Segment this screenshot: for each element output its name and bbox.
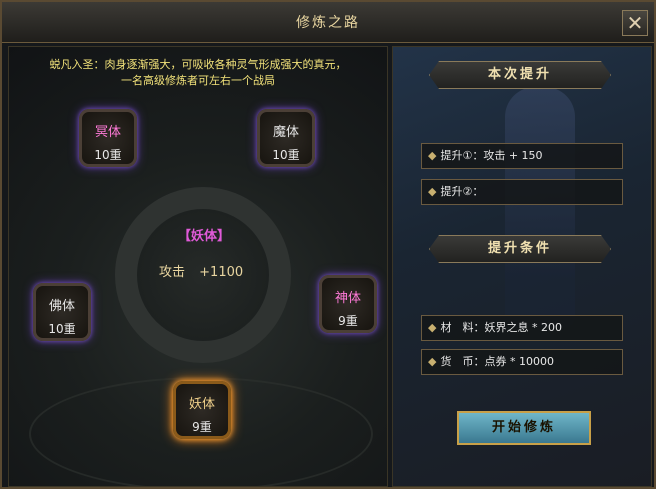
upgrade-header: 本次提升: [429, 61, 611, 89]
info-panel: 本次提升 ◆ 提升①：攻击 + 150 ◆ 提升②： 提升条件 ◆ 材 料：妖界之息 …: [392, 46, 652, 487]
close-button[interactable]: ✕: [622, 10, 648, 36]
intro-text: 蜕凡入圣：肉身逐渐强大，可吸收各种灵气形成强大的真元， 一名高级修炼者可左右一个…: [17, 57, 379, 89]
upgrade-line-2-text: 提升②：: [440, 185, 484, 198]
window-title: 修炼之路: [296, 15, 360, 31]
body-node-level: 10重: [94, 148, 122, 162]
body-panel: 蜕凡入圣：肉身逐渐强大，可吸收各种灵气形成强大的真元， 一名高级修炼者可左右一个…: [8, 46, 388, 487]
title-bar: 修炼之路 ✕: [2, 2, 654, 43]
center-body-name: 【妖体】: [177, 229, 230, 244]
material-text: 材 料：妖界之息 * 200: [440, 321, 562, 334]
upgrade-line-1-text: 提升①：攻击 + 150: [440, 149, 543, 162]
center-stat-label: 攻击: [159, 265, 186, 280]
intro-line-2: 一名高级修炼者可左右一个战局: [121, 74, 275, 87]
material-row: ◆ 材 料：妖界之息 * 200: [421, 315, 623, 341]
body-node-ming[interactable]: 冥体 10重: [79, 109, 137, 167]
center-stat: 攻击 +1100: [159, 261, 269, 280]
center-stat-value: +1100: [199, 265, 244, 280]
start-cultivation-button[interactable]: 开始修炼: [457, 411, 591, 445]
condition-header: 提升条件: [429, 235, 611, 263]
body-node-shen[interactable]: 神体 9重: [319, 275, 377, 333]
body-node-name: 冥体: [94, 125, 121, 140]
body-node-mo[interactable]: 魔体 10重: [257, 109, 315, 167]
currency-text: 货 币：点券 * 10000: [440, 355, 554, 368]
body-node-name: 魔体: [272, 125, 299, 140]
upgrade-line-1: ◆ 提升①：攻击 + 150: [421, 143, 623, 169]
diamond-icon: ◆: [428, 185, 437, 198]
diamond-icon: ◆: [428, 321, 437, 334]
currency-row: ◆ 货 币：点券 * 10000: [421, 349, 623, 375]
body-node-level: 10重: [272, 148, 300, 162]
body-node-level: 9重: [338, 314, 358, 328]
cultivation-window: 修炼之路 ✕ 蜕凡入圣：肉身逐渐强大，可吸收各种灵气形成强大的真元， 一名高级修…: [0, 0, 656, 489]
body-node-yao[interactable]: 妖体 9重: [173, 381, 231, 439]
body-node-fo[interactable]: 佛体 10重: [33, 283, 91, 341]
body-node-level: 10重: [48, 322, 76, 336]
body-node-name: 神体: [334, 291, 361, 306]
body-node-name: 佛体: [48, 299, 75, 314]
body-node-level: 9重: [192, 420, 212, 434]
intro-line-1: 蜕凡入圣：肉身逐渐强大，可吸收各种灵气形成强大的真元，: [49, 58, 347, 71]
body-node-name: 妖体: [188, 397, 215, 412]
upgrade-line-2: ◆ 提升②：: [421, 179, 623, 205]
diamond-icon: ◆: [428, 149, 437, 162]
diamond-icon: ◆: [428, 355, 437, 368]
hero-artwork: [505, 87, 575, 327]
